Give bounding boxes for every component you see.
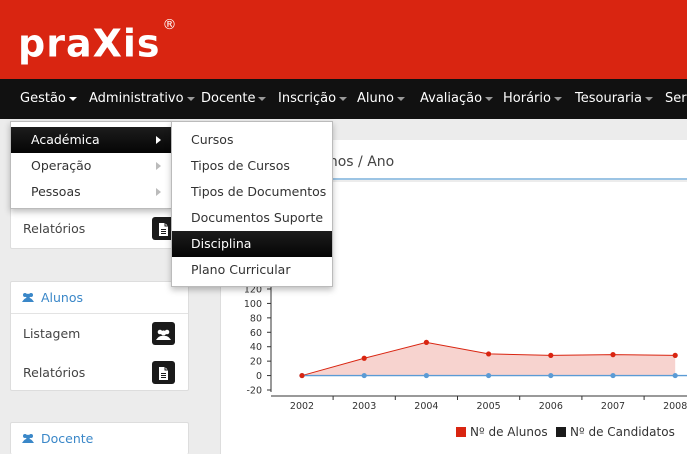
caret-down-icon: [339, 96, 348, 101]
nav-docente[interactable]: Docente: [201, 79, 267, 119]
sidebar-item-relatorios[interactable]: Relatórios: [11, 209, 188, 248]
caret-down-icon: [396, 96, 405, 101]
sidebar-header-docente[interactable]: Docente: [11, 423, 188, 454]
sidebar-box-docente: Docente: [10, 422, 189, 454]
legend-candidatos[interactable]: Nº de Candidatos: [556, 425, 675, 439]
nav-inscricao[interactable]: Inscrição: [278, 79, 348, 119]
sidebar-item-listagem[interactable]: Listagem: [11, 314, 188, 353]
caret-down-icon: [186, 96, 195, 101]
main-navbar: Gestão Administrativo Docente Inscrição …: [0, 79, 687, 119]
academica-submenu: Cursos Tipos de Cursos Tipos de Document…: [171, 121, 333, 287]
submenu-item-cursos[interactable]: Cursos: [172, 127, 332, 153]
caret-down-icon: [68, 96, 77, 101]
app-header: praXis ®: [0, 0, 687, 79]
nav-servicos[interactable]: Serv: [665, 79, 687, 119]
legend-alunos[interactable]: Nº de Alunos: [456, 425, 548, 439]
legend-swatch-black: [556, 427, 566, 437]
nav-aluno[interactable]: Aluno: [357, 79, 405, 119]
praxis-logo[interactable]: praXis ®: [18, 14, 178, 69]
chevron-right-icon: [156, 188, 161, 196]
legend-swatch-red: [456, 427, 466, 437]
nav-administrativo[interactable]: Administrativo: [89, 79, 195, 119]
submenu-item-disciplina[interactable]: Disciplina: [172, 231, 332, 257]
caret-down-icon: [553, 96, 562, 101]
users-icon: [22, 293, 34, 302]
caret-down-icon: [485, 96, 494, 101]
nav-horario[interactable]: Horário: [503, 79, 562, 119]
nav-tesouraria[interactable]: Tesouraria: [575, 79, 653, 119]
submenu-item-tipos-documentos[interactable]: Tipos de Documentos: [172, 179, 332, 205]
gestao-dropdown: Académica Operação Pessoas: [10, 121, 172, 209]
caret-down-icon: [644, 96, 653, 101]
submenu-item-tipos-cursos[interactable]: Tipos de Cursos: [172, 153, 332, 179]
submenu-item-documentos-suporte[interactable]: Documentos Suporte: [172, 205, 332, 231]
menu-item-pessoas[interactable]: Pessoas: [11, 179, 171, 205]
nav-gestao[interactable]: Gestão: [20, 79, 77, 119]
sidebar-header-alunos[interactable]: Alunos: [11, 282, 188, 314]
submenu-item-plano-curricular[interactable]: Plano Curricular: [172, 257, 332, 283]
menu-item-operacao[interactable]: Operação: [11, 153, 171, 179]
sidebar-item-relatorios-alunos[interactable]: Relatórios: [11, 353, 188, 392]
document-icon[interactable]: [152, 361, 175, 384]
caret-down-icon: [258, 96, 267, 101]
chevron-right-icon: [156, 136, 161, 144]
users-icon: [22, 434, 34, 443]
chevron-right-icon: [156, 162, 161, 170]
users-icon[interactable]: [152, 322, 175, 345]
nav-avaliacao[interactable]: Avaliação: [420, 79, 494, 119]
sidebar-box-alunos: Alunos Listagem Relatórios: [10, 281, 189, 391]
menu-item-academica[interactable]: Académica: [11, 127, 171, 153]
